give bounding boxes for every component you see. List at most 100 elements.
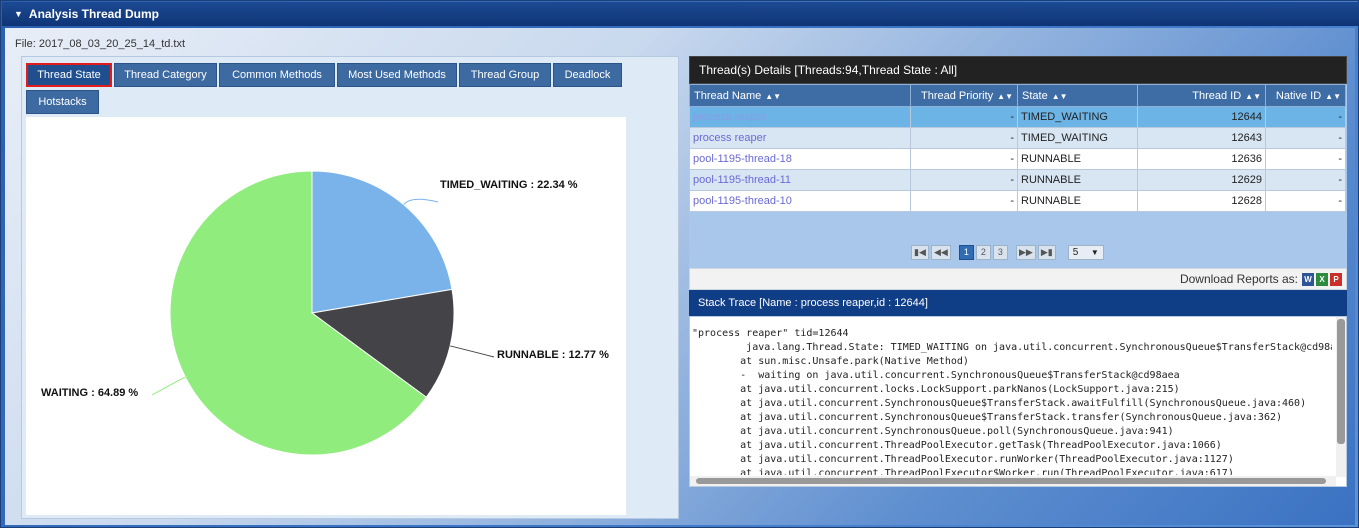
thread-name-link[interactable]: pool-1195-thread-10: [689, 190, 911, 212]
pie-label-timed-waiting: TIMED_WAITING : 22.34 %: [440, 179, 578, 191]
word-doc-icon[interactable]: W: [1302, 272, 1314, 286]
chevron-down-icon: ▼: [1090, 247, 1099, 257]
col-state[interactable]: State ▲▼: [1017, 84, 1138, 107]
sort-icon[interactable]: ▲▼: [997, 92, 1013, 101]
sort-icon[interactable]: ▲▼: [765, 92, 781, 101]
thread-details-panel: Thread(s) Details [Threads:94,Thread Sta…: [689, 56, 1347, 268]
stack-trace-body: "process reaper" tid=12644 java.lang.Thr…: [689, 316, 1347, 487]
panel-titlebar[interactable]: ▼ Analysis Thread Dump: [2, 2, 1359, 26]
thread-state: TIMED_WAITING: [1017, 106, 1138, 128]
tab-most-used-methods[interactable]: Most Used Methods: [337, 63, 457, 87]
stack-line: at java.util.concurrent.SynchronousQueue…: [692, 412, 1283, 423]
thread-id: 12628: [1137, 190, 1266, 212]
thread-id: 12644: [1137, 106, 1266, 128]
stack-line: java.lang.Thread.State: TIMED_WAITING on…: [692, 342, 1332, 353]
native-id: -: [1265, 169, 1346, 191]
table-row[interactable]: process reaper - TIMED_WAITING 12644 -: [689, 106, 1346, 128]
thread-priority: -: [910, 106, 1018, 128]
collapse-caret-icon[interactable]: ▼: [14, 9, 23, 19]
table-row[interactable]: pool-1195-thread-18 - RUNNABLE 12636 -: [689, 148, 1346, 170]
col-thread-priority[interactable]: Thread Priority ▲▼: [910, 84, 1018, 107]
thread-priority: -: [910, 127, 1018, 149]
next-page-icon[interactable]: ▶▶: [1015, 244, 1036, 260]
tab-hotstacks[interactable]: Hotstacks: [26, 90, 99, 114]
window-frame: ▼ Analysis Thread Dump File: 2017_08_03_…: [0, 0, 1359, 528]
thread-id: 12636: [1137, 148, 1266, 170]
thread-name-link[interactable]: pool-1195-thread-11: [689, 169, 911, 191]
col-thread-id[interactable]: Thread ID ▲▼: [1137, 84, 1266, 107]
vertical-scrollbar[interactable]: [1336, 317, 1346, 477]
page-size-value: 5: [1072, 246, 1079, 258]
col-thread-name[interactable]: Thread Name ▲▼: [689, 84, 911, 107]
stack-line: at java.util.concurrent.ThreadPoolExecut…: [692, 468, 1234, 475]
thread-details-table: Thread Name ▲▼ Thread Priority ▲▼ State ▲▼ …: [689, 84, 1346, 212]
thread-name-link[interactable]: process reaper: [689, 127, 911, 149]
stack-line: at java.util.concurrent.ThreadPoolExecut…: [692, 454, 1234, 465]
stack-trace-text: "process reaper" tid=12644 java.lang.Thr…: [692, 327, 1332, 475]
native-id: -: [1265, 106, 1346, 128]
page-button-3[interactable]: 3: [992, 244, 1008, 260]
tab-deadlock[interactable]: Deadlock: [553, 63, 622, 87]
chart-area: TIMED_WAITING : 22.34 % RUNNABLE : 12.77…: [26, 117, 626, 515]
sort-icon[interactable]: ▲▼: [1245, 92, 1261, 101]
tab-thread-category[interactable]: Thread Category: [114, 63, 217, 87]
thread-id: 12629: [1137, 169, 1266, 191]
stack-line: at sun.misc.Unsafe.park(Native Method): [692, 356, 969, 367]
pie-leader-line: [450, 345, 495, 358]
thread-state: RUNNABLE: [1017, 190, 1138, 212]
table-row[interactable]: process reaper - TIMED_WAITING 12643 -: [689, 127, 1346, 149]
pie-leader-line: [151, 376, 186, 396]
table-row[interactable]: pool-1195-thread-11 - RUNNABLE 12629 -: [689, 169, 1346, 191]
pie-label-waiting: WAITING : 64.89 %: [41, 387, 139, 399]
thread-name-link[interactable]: pool-1195-thread-18: [689, 148, 911, 170]
download-bar: Download Reports as: W X P: [689, 268, 1347, 290]
thread-state: TIMED_WAITING: [1017, 127, 1138, 149]
tab-common-methods[interactable]: Common Methods: [219, 63, 335, 87]
sort-icon[interactable]: ▲▼: [1052, 92, 1068, 101]
prev-page-icon[interactable]: ◀◀: [930, 244, 951, 260]
stack-line: at java.util.concurrent.SynchronousQueue…: [692, 426, 1174, 437]
scrollbar-thumb[interactable]: [1337, 319, 1345, 444]
download-label: Download Reports as:: [1179, 272, 1298, 286]
thread-id: 12643: [1137, 127, 1266, 149]
last-page-icon[interactable]: ▶▮: [1037, 244, 1056, 260]
thread-state: RUNNABLE: [1017, 169, 1138, 191]
col-native-id[interactable]: Native ID ▲▼: [1265, 84, 1346, 107]
excel-icon[interactable]: X: [1316, 272, 1328, 286]
panel-title: Analysis Thread Dump: [28, 7, 159, 21]
thread-analysis-panel: Thread State Thread Category Common Meth…: [21, 56, 679, 519]
tab-thread-state[interactable]: Thread State: [26, 63, 112, 87]
pie-leader-line: [403, 198, 439, 205]
thread-state-pie-chart: [151, 170, 495, 456]
pie-slice-timed-waiting[interactable]: [311, 170, 453, 314]
page-size-select[interactable]: 5 ▼: [1067, 244, 1104, 260]
stack-line: at java.util.concurrent.locks.LockSuppor…: [692, 384, 1180, 395]
native-id: -: [1265, 148, 1346, 170]
stack-line: at java.util.concurrent.SynchronousQueue…: [692, 398, 1307, 409]
page-button-1[interactable]: 1: [958, 244, 974, 260]
table-row[interactable]: pool-1195-thread-10 - RUNNABLE 12628 -: [689, 190, 1346, 212]
thread-priority: -: [910, 169, 1018, 191]
native-id: -: [1265, 190, 1346, 212]
stack-trace-header: Stack Trace [Name : process reaper,id : …: [689, 290, 1347, 316]
horizontal-scrollbar[interactable]: [690, 476, 1336, 486]
thread-priority: -: [910, 148, 1018, 170]
stack-line: - waiting on java.util.concurrent.Synchr…: [692, 370, 1180, 381]
thread-state: RUNNABLE: [1017, 148, 1138, 170]
page-button-2[interactable]: 2: [975, 244, 991, 260]
sort-icon[interactable]: ▲▼: [1325, 92, 1341, 101]
file-label: File: 2017_08_03_20_25_14_td.txt: [15, 38, 186, 50]
thread-priority: -: [910, 190, 1018, 212]
tab-thread-group[interactable]: Thread Group: [459, 63, 551, 87]
thread-name-link[interactable]: process reaper: [689, 106, 911, 128]
stack-line: "process reaper" tid=12644: [692, 328, 849, 339]
pagination: ▮◀ ◀◀ 1 2 3 ▶▶ ▶▮ 5 ▼: [911, 244, 1104, 260]
content-area: File: 2017_08_03_20_25_14_td.txt Thread …: [5, 28, 1355, 525]
stack-line: at java.util.concurrent.ThreadPoolExecut…: [692, 440, 1222, 451]
native-id: -: [1265, 127, 1346, 149]
thread-details-header: Thread(s) Details [Threads:94,Thread Sta…: [689, 56, 1347, 84]
first-page-icon[interactable]: ▮◀: [911, 244, 929, 260]
pie-label-runnable: RUNNABLE : 12.77 %: [497, 349, 609, 361]
scrollbar-thumb[interactable]: [696, 478, 1326, 484]
pdf-icon[interactable]: P: [1330, 272, 1342, 286]
